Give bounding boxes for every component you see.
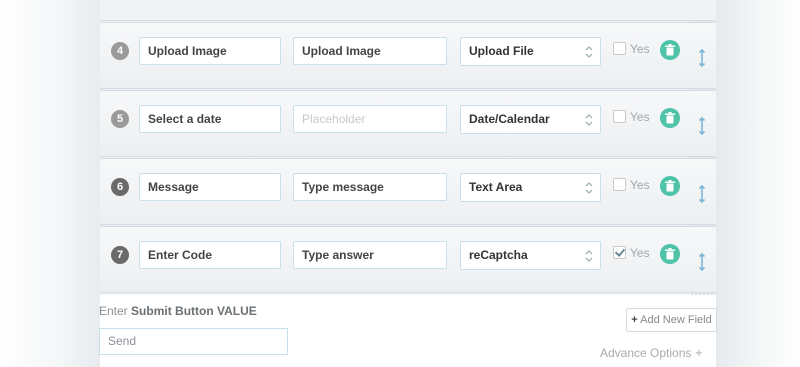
delete-field-button[interactable] xyxy=(660,108,680,128)
field-row-4: 4 Upload Image Upload Image Upload File … xyxy=(100,22,716,89)
required-checkbox[interactable] xyxy=(613,178,626,191)
row-number-badge: 4 xyxy=(111,42,129,60)
row-number-badge: 7 xyxy=(111,246,129,264)
submit-label-bold: Submit Button VALUE xyxy=(131,304,257,318)
select-arrows-icon xyxy=(585,46,593,58)
field-type-value: Text Area xyxy=(469,180,523,194)
field-type-value: Upload File xyxy=(469,44,534,58)
field-label-input[interactable]: Upload Image xyxy=(139,37,281,65)
field-row-6: 6 Message Type message Text Area Yes xyxy=(100,158,716,225)
select-arrows-icon xyxy=(585,182,593,194)
trash-icon xyxy=(665,112,675,124)
page-background-right xyxy=(716,0,800,367)
plus-icon: + xyxy=(631,314,638,326)
field-type-select[interactable]: Text Area xyxy=(460,173,601,202)
field-placeholder-input[interactable]: Placeholder xyxy=(293,105,447,133)
delete-field-button[interactable] xyxy=(660,176,680,196)
field-row-5: 5 Select a date Placeholder Date/Calenda… xyxy=(100,90,716,157)
add-new-field-button[interactable]: + Add New Field xyxy=(626,308,717,332)
trash-icon xyxy=(665,44,675,56)
required-label: Yes xyxy=(630,178,650,192)
add-new-field-label: Add New Field xyxy=(640,314,712,326)
delete-field-button[interactable] xyxy=(660,244,680,264)
select-arrows-icon xyxy=(585,114,593,126)
advance-options-toggle[interactable]: Advance Options + xyxy=(600,346,702,360)
advance-options-label: Advance Options xyxy=(600,346,692,360)
field-type-value: reCaptcha xyxy=(469,248,528,262)
field-label-input[interactable]: Enter Code xyxy=(139,241,281,269)
field-type-select[interactable]: Date/Calendar xyxy=(460,105,601,134)
required-checkbox[interactable] xyxy=(613,246,626,259)
row-number-badge: 6 xyxy=(111,178,129,196)
field-type-select[interactable]: Upload File xyxy=(460,37,601,66)
field-row-7: 7 Enter Code Type answer reCaptcha Yes xyxy=(100,226,716,293)
required-label: Yes xyxy=(630,42,650,56)
row-number-badge: 5 xyxy=(111,110,129,128)
field-type-value: Date/Calendar xyxy=(469,112,550,126)
required-checkbox[interactable] xyxy=(613,42,626,55)
field-placeholder-input[interactable]: Type answer xyxy=(293,241,447,269)
expand-plus-icon: + xyxy=(695,346,703,360)
previous-row-edge xyxy=(100,0,716,21)
submit-label-prefix: Enter xyxy=(99,304,128,318)
drag-handle-icon[interactable] xyxy=(698,252,706,272)
submit-value-label: Enter Submit Button VALUE xyxy=(99,304,257,318)
drag-handle-icon[interactable] xyxy=(698,116,706,136)
required-label: Yes xyxy=(630,246,650,260)
required-label: Yes xyxy=(630,110,650,124)
trash-icon xyxy=(665,248,675,260)
required-checkbox[interactable] xyxy=(613,110,626,123)
delete-field-button[interactable] xyxy=(660,40,680,60)
field-placeholder-input[interactable]: Upload Image xyxy=(293,37,447,65)
select-arrows-icon xyxy=(585,250,593,262)
field-placeholder-input[interactable]: Type message xyxy=(293,173,447,201)
drag-handle-icon[interactable] xyxy=(698,48,706,68)
drag-handle-icon[interactable] xyxy=(698,184,706,204)
field-type-select[interactable]: reCaptcha xyxy=(460,241,601,270)
field-label-input[interactable]: Select a date xyxy=(139,105,281,133)
page-background-left xyxy=(0,0,100,367)
trash-icon xyxy=(665,180,675,192)
submit-value-input[interactable]: Send xyxy=(99,328,288,355)
field-label-input[interactable]: Message xyxy=(139,173,281,201)
